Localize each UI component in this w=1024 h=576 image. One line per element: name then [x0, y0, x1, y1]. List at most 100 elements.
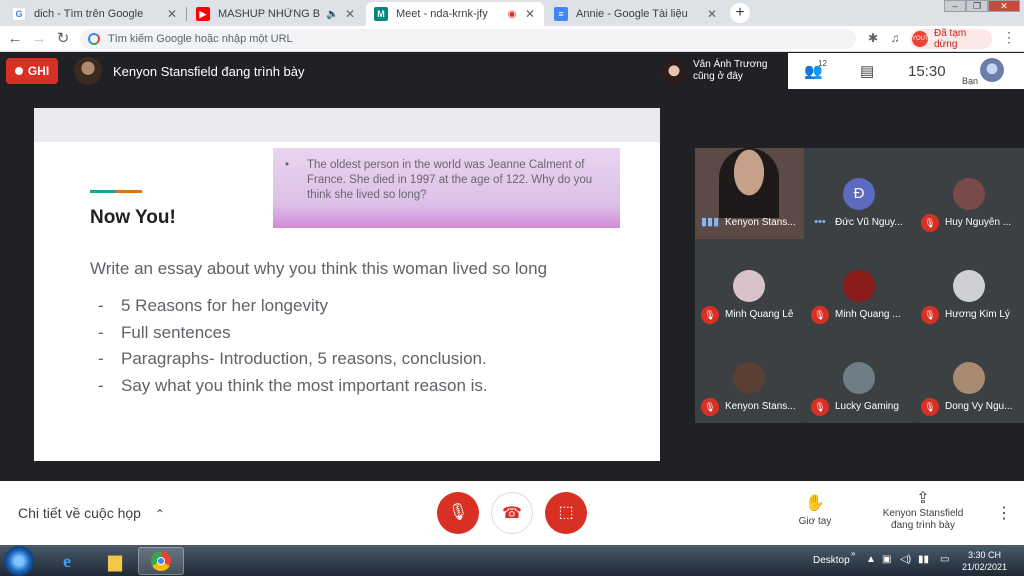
participant-name: Dong Vy Ngu... — [945, 401, 1013, 412]
participant-tile[interactable]: 🎙 Huy Nguyễn ... — [915, 148, 1024, 239]
youtube-icon: ▶ — [196, 7, 210, 21]
meeting-clock: 15:30 — [908, 63, 946, 80]
forward-icon[interactable]: → — [30, 30, 48, 48]
participant-avatar — [953, 178, 985, 210]
system-date: 21/02/2021 — [962, 562, 1008, 572]
address-bar[interactable]: Tìm kiếm Google hoặc nhập một URL — [80, 29, 856, 49]
tab-title: MASHUP NHỮNG BÀI HÁT Y — [218, 8, 320, 20]
raise-hand-button[interactable]: ✋ Giơ tay — [788, 493, 842, 527]
participant-name: Kenyon Stans... — [725, 217, 796, 228]
slide-bullet-list: -5 Reasons for her longevity - Full sente… — [98, 296, 488, 402]
meet-top-right: 👥 12 ▤ 15:30 Bạn — [788, 53, 1024, 89]
new-tab-button[interactable]: + — [730, 3, 750, 23]
self-label: Bạn — [962, 76, 979, 86]
tray-up-icon[interactable]: ▲ — [866, 554, 876, 565]
mic-off-icon: 🎙 — [921, 306, 939, 324]
close-icon[interactable]: ✕ — [166, 7, 178, 21]
participant-name: Huy Nguyễn ... — [945, 217, 1012, 228]
internet-explorer-icon[interactable]: e — [44, 547, 90, 575]
participant-video — [719, 148, 779, 218]
clipping-line: France. She died in 1997 at the age of 1… — [307, 174, 593, 186]
camera-toggle-button[interactable]: ⬚ — [545, 492, 587, 534]
participant-name: Minh Quang Lê — [725, 309, 794, 320]
close-window-button[interactable]: ✕ — [988, 0, 1020, 12]
participant-avatar — [843, 270, 875, 302]
participant-name: Kenyon Stans... — [725, 401, 796, 412]
windows-taskbar: e ▆ Desktop » ▲ ▣ ◁) ▮▮ ▭ 3:30 CH 21/02/… — [0, 545, 1024, 576]
tab-google-search[interactable]: G dich - Tìm trên Google ✕ — [4, 2, 186, 26]
tab-docs[interactable]: ≡ Annie - Google Tài liệu ✕ — [546, 2, 726, 26]
speaker-icon[interactable]: 🔈 — [326, 9, 338, 20]
participant-avatar — [953, 270, 985, 302]
chat-icon[interactable]: ▤ — [860, 62, 874, 80]
meeting-details-label: Chi tiết về cuộc họp — [18, 505, 141, 521]
minimize-button[interactable]: – — [944, 0, 966, 12]
close-icon[interactable]: ✕ — [706, 7, 718, 21]
participant-name: Minh Quang ... — [835, 309, 901, 320]
file-explorer-icon[interactable]: ▆ — [92, 547, 138, 575]
participant-tile[interactable]: ▮▮▮ Kenyon Stans... — [695, 148, 804, 239]
extensions-icon[interactable]: ✱ — [866, 31, 880, 45]
participant-name: Hương Kim Lý — [945, 309, 1010, 320]
meeting-details-button[interactable]: Chi tiết về cuộc họp ⌃ — [18, 505, 165, 521]
back-icon[interactable]: ← — [6, 30, 24, 48]
start-button[interactable] — [4, 546, 34, 576]
presenter-avatar — [74, 57, 102, 85]
speaking-icon: ▮▮▮ — [701, 216, 720, 228]
slide-header-band — [34, 108, 660, 142]
google-icon — [88, 33, 100, 45]
leave-call-button[interactable]: ☎ — [491, 492, 533, 534]
profile-paused-button[interactable]: YOUTUBE Đã tạm dừng — [910, 28, 992, 50]
present-screen-icon: ⇪ — [916, 490, 930, 507]
media-icon[interactable]: ♫ — [888, 31, 902, 45]
close-icon[interactable]: ✕ — [344, 7, 356, 21]
record-dot-icon — [14, 67, 23, 75]
participant-tile[interactable]: 🎙 Hương Kim Lý — [915, 240, 1024, 331]
reload-icon[interactable]: ↻ — [54, 30, 72, 48]
clipping-line: The oldest person in the world was Jeann… — [307, 159, 585, 171]
self-avatar[interactable] — [980, 58, 1004, 82]
slide-bullet: -5 Reasons for her longevity — [98, 296, 328, 315]
recording-badge[interactable]: GHI — [6, 58, 58, 84]
tab-title: Meet - nda-krnk-jfy — [396, 8, 488, 20]
clipping-line: think she lived so long? — [307, 189, 427, 201]
presenting-button[interactable]: ⇪ Kenyon Stansfield đang trình bày — [868, 490, 978, 532]
slide-clipping: • The oldest person in the world was Jea… — [273, 148, 620, 228]
desktop-toolbar-label[interactable]: Desktop — [813, 555, 850, 566]
slide-bullet: - Paragraphs- Introduction, 5 reasons, co… — [98, 349, 487, 368]
participant-tile[interactable]: 🎙 Minh Quang Lê — [695, 240, 804, 331]
participant-tile[interactable]: 🎙 Kenyon Stans... — [695, 332, 804, 423]
tray-app-icon[interactable]: ▣ — [882, 554, 891, 565]
network-icon[interactable]: ▮▮ — [918, 554, 929, 565]
participant-tile[interactable]: 🎙 Dong Vy Ngu... — [915, 332, 1024, 423]
slide-heading: Now You! — [90, 207, 176, 228]
tab-meet[interactable]: M Meet - nda-krnk-jfy ◉ ✕ — [366, 2, 544, 26]
volume-icon[interactable]: ◁) — [900, 554, 911, 565]
tab-youtube[interactable]: ▶ MASHUP NHỮNG BÀI HÁT Y 🔈 ✕ — [188, 2, 364, 26]
battery-icon[interactable]: ▭ — [940, 554, 949, 565]
raise-hand-label: Giơ tay — [798, 516, 832, 527]
mic-off-icon: 🎙 — [701, 306, 719, 324]
tab-strip: G dich - Tìm trên Google ✕ ▶ MASHUP NHỮN… — [0, 0, 1024, 26]
mic-off-icon: 🎙 — [921, 214, 939, 232]
slide-bullet: - Say what you think the most important r… — [98, 375, 488, 395]
address-placeholder: Tìm kiếm Google hoặc nhập một URL — [108, 33, 293, 45]
mic-off-icon: 🎙 — [921, 398, 939, 416]
participant-tile[interactable]: Đ ••• Đức Vũ Nguy... — [805, 148, 914, 239]
chevron-up-icon: ⌃ — [154, 507, 165, 521]
participant-count: 12 — [818, 59, 827, 68]
chevron-icon[interactable]: » — [851, 549, 855, 558]
browser-menu-icon[interactable]: ⋮ — [1002, 29, 1016, 46]
docs-icon: ≡ — [554, 7, 568, 21]
record-label: GHI — [27, 64, 50, 78]
restore-button[interactable]: ❐ — [966, 0, 988, 12]
system-clock[interactable]: 3:30 CH 21/02/2021 — [962, 549, 1007, 573]
close-icon[interactable]: ✕ — [524, 7, 536, 21]
mic-toggle-button[interactable]: 🎙 — [437, 492, 479, 534]
join-notification: Vân Ánh Trương cũng ở đây — [658, 56, 786, 88]
participant-tile[interactable]: 🎙 Minh Quang ... — [805, 240, 914, 331]
participant-avatar — [953, 362, 985, 394]
chrome-taskbar-icon[interactable] — [138, 547, 184, 575]
participant-tile[interactable]: 🎙 Lucky Gaming — [805, 332, 914, 423]
more-options-icon[interactable]: ⋮ — [996, 503, 1012, 523]
